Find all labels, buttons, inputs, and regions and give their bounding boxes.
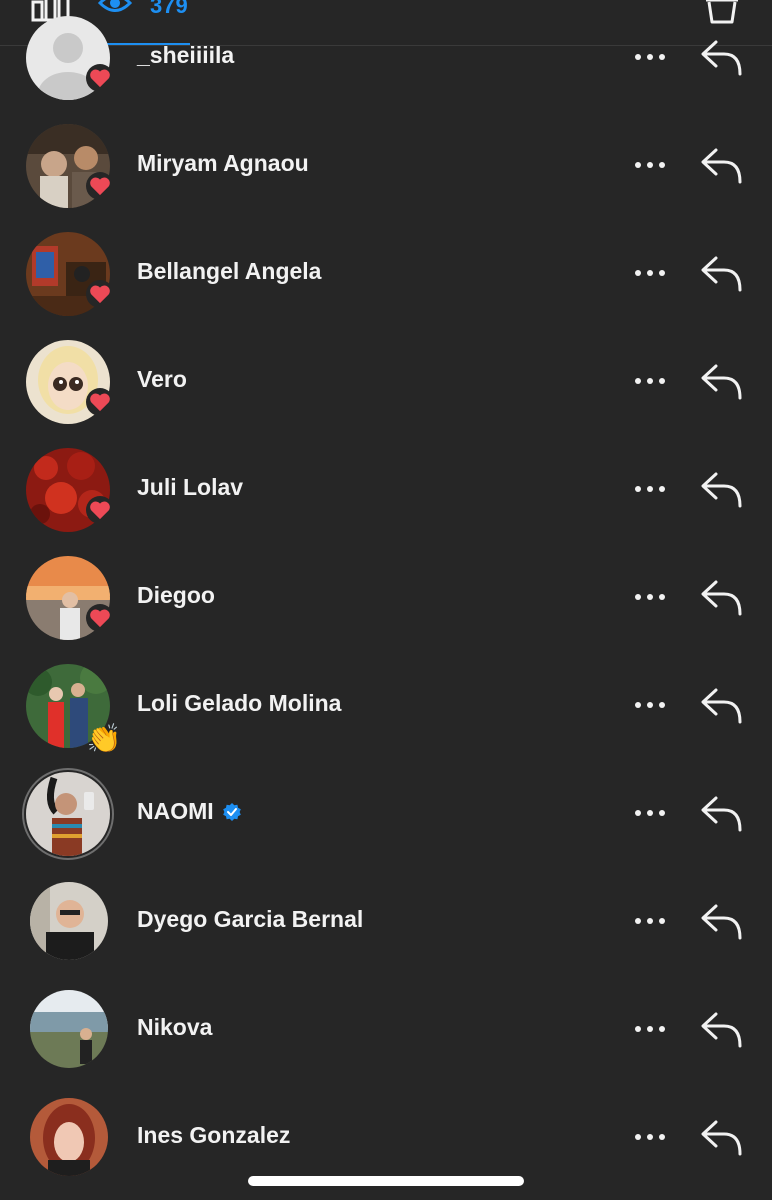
reply-icon[interactable] xyxy=(700,362,744,407)
avatar[interactable] xyxy=(30,882,108,960)
reply-icon[interactable] xyxy=(700,686,744,731)
reply-icon[interactable] xyxy=(700,146,744,191)
list-item[interactable]: Bellangel Angela xyxy=(0,220,772,328)
more-options-icon[interactable] xyxy=(634,156,666,174)
username[interactable]: Juli Lolav xyxy=(137,474,243,501)
home-indicator[interactable] xyxy=(248,1176,524,1186)
reply-icon[interactable] xyxy=(700,902,744,947)
more-options-icon[interactable] xyxy=(634,1020,666,1038)
heart-icon xyxy=(86,604,114,632)
list-item[interactable]: Vero xyxy=(0,328,772,436)
reply-icon[interactable] xyxy=(700,578,744,623)
reply-icon[interactable] xyxy=(700,470,744,515)
list-item[interactable]: _sheiiiila xyxy=(0,4,772,112)
list-item[interactable]: NAOMI xyxy=(0,760,772,868)
username[interactable]: Miryam Agnaou xyxy=(137,150,309,177)
reply-icon[interactable] xyxy=(700,794,744,839)
username[interactable]: Loli Gelado Molina xyxy=(137,690,341,717)
heart-icon xyxy=(86,388,114,416)
reply-icon[interactable] xyxy=(700,1010,744,1055)
verified-badge-icon xyxy=(222,802,242,822)
username[interactable]: Ines Gonzalez xyxy=(137,1122,290,1149)
username[interactable]: Vero xyxy=(137,366,187,393)
more-options-icon[interactable] xyxy=(634,48,666,66)
reply-icon[interactable] xyxy=(700,254,744,299)
avatar[interactable] xyxy=(26,772,110,856)
list-item[interactable]: 👏 Loli Gelado Molina xyxy=(0,652,772,760)
more-options-icon[interactable] xyxy=(634,264,666,282)
more-options-icon[interactable] xyxy=(634,588,666,606)
clapping-hands-icon: 👏 xyxy=(86,722,122,754)
list-item[interactable]: Miryam Agnaou xyxy=(0,112,772,220)
avatar[interactable] xyxy=(30,990,108,1068)
username[interactable]: Dyego Garcia Bernal xyxy=(137,906,363,933)
reply-icon[interactable] xyxy=(700,38,744,83)
more-options-icon[interactable] xyxy=(634,1128,666,1146)
reply-icon[interactable] xyxy=(700,1118,744,1163)
list-item[interactable]: Diegoo xyxy=(0,544,772,652)
more-options-icon[interactable] xyxy=(634,696,666,714)
more-options-icon[interactable] xyxy=(634,372,666,390)
avatar[interactable] xyxy=(30,1098,108,1176)
list-item[interactable]: Nikova xyxy=(0,976,772,1084)
list-item[interactable]: Juli Lolav xyxy=(0,436,772,544)
username[interactable]: Bellangel Angela xyxy=(137,258,321,285)
more-options-icon[interactable] xyxy=(634,804,666,822)
list-item[interactable]: Dyego Garcia Bernal xyxy=(0,868,772,976)
username[interactable]: Nikova xyxy=(137,1014,212,1041)
heart-icon xyxy=(86,172,114,200)
more-options-icon[interactable] xyxy=(634,480,666,498)
heart-icon xyxy=(86,280,114,308)
username[interactable]: Diegoo xyxy=(137,582,215,609)
username[interactable]: NAOMI xyxy=(137,798,242,825)
more-options-icon[interactable] xyxy=(634,912,666,930)
heart-icon xyxy=(86,64,114,92)
username[interactable]: _sheiiiila xyxy=(137,42,234,69)
heart-icon xyxy=(86,496,114,524)
